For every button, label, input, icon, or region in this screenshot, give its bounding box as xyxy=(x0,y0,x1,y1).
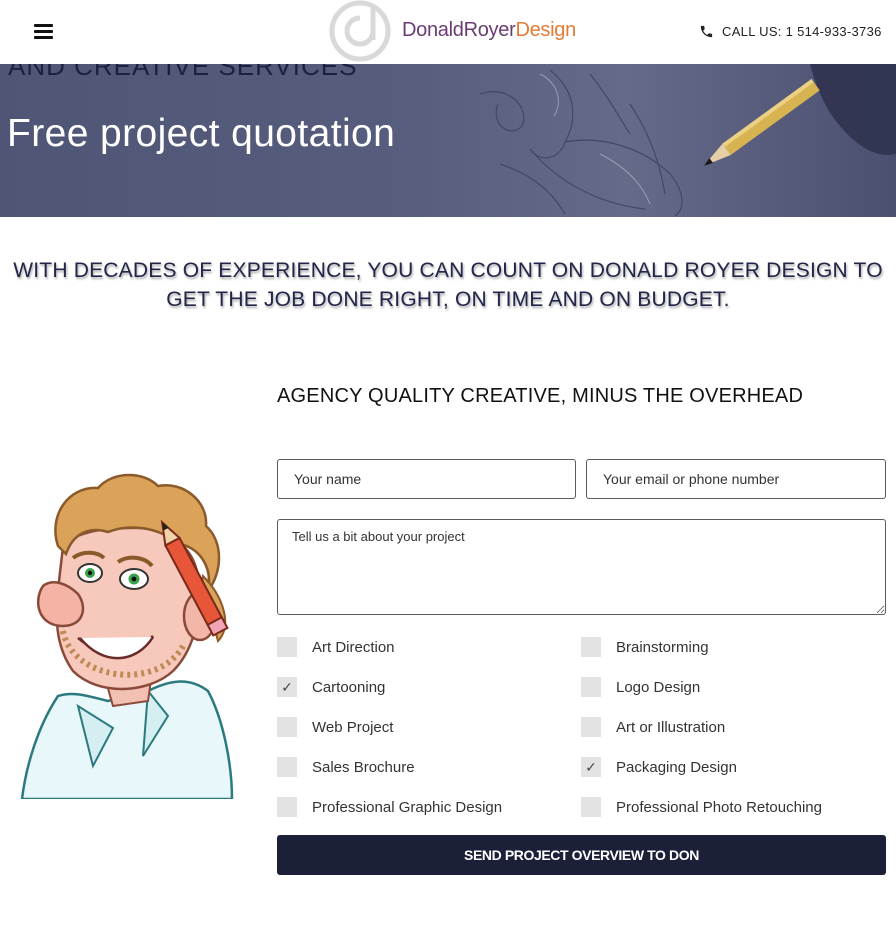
checkbox[interactable] xyxy=(581,677,601,697)
brand-name-part1: DonaldRoyer xyxy=(402,18,516,41)
project-description-textarea[interactable] xyxy=(277,519,886,615)
hero-banner: AND CREATIVE SERVICES Free project quota… xyxy=(0,64,896,217)
site-logo[interactable]: DonaldRoyerDesign xyxy=(329,0,576,62)
checkbox-checked[interactable]: ✓ xyxy=(277,677,297,697)
checkbox-checked[interactable]: ✓ xyxy=(581,757,601,777)
form-heading: AGENCY QUALITY CREATIVE, MINUS THE OVERH… xyxy=(277,385,804,407)
hero-overline: AND CREATIVE SERVICES xyxy=(8,64,358,81)
service-option-art-direction[interactable]: Art Direction xyxy=(277,637,395,657)
checkbox-label: Web Project xyxy=(312,718,394,736)
page-title: Free project quotation xyxy=(7,112,396,155)
service-option-cartooning[interactable]: ✓ Cartooning xyxy=(277,677,385,697)
checkbox-label: Professional Photo Retouching xyxy=(616,798,822,816)
checkbox-label: Brainstorming xyxy=(616,638,709,656)
checkmark-icon: ✓ xyxy=(281,678,293,695)
contact-input[interactable] xyxy=(586,459,886,499)
name-input[interactable] xyxy=(277,459,576,499)
checkbox[interactable] xyxy=(581,637,601,657)
service-option-professional-graphic-design[interactable]: Professional Graphic Design xyxy=(277,797,502,817)
checkbox-label: Sales Brochure xyxy=(312,758,415,776)
service-option-art-or-illustration[interactable]: Art or Illustration xyxy=(581,717,725,737)
brand-name: DonaldRoyerDesign xyxy=(402,19,576,42)
checkbox-label: Art Direction xyxy=(312,638,395,656)
checkbox[interactable] xyxy=(277,637,297,657)
checkbox-label: Professional Graphic Design xyxy=(312,798,503,816)
service-option-logo-design[interactable]: Logo Design xyxy=(581,677,700,697)
checkbox[interactable] xyxy=(277,757,297,777)
service-option-professional-photo-retouching[interactable]: Professional Photo Retouching xyxy=(581,797,822,817)
checkbox-label: Cartooning xyxy=(312,678,386,696)
service-option-sales-brochure[interactable]: Sales Brochure xyxy=(277,757,415,777)
hamburger-icon[interactable] xyxy=(34,24,53,40)
send-project-button[interactable]: SEND PROJECT OVERVIEW TO DON xyxy=(277,835,886,875)
checkbox[interactable] xyxy=(581,797,601,817)
logo-mark-icon xyxy=(329,0,391,62)
checkbox-label: Art or Illustration xyxy=(616,718,726,736)
checkbox[interactable] xyxy=(277,717,297,737)
call-us-text: CALL US: 1 514-933-3736 xyxy=(722,24,882,39)
call-us-link[interactable]: CALL US: 1 514-933-3736 xyxy=(699,24,882,39)
brand-name-part2: Design xyxy=(515,18,576,41)
service-option-packaging-design[interactable]: ✓ Packaging Design xyxy=(581,757,737,777)
checkbox-label: Logo Design xyxy=(616,678,701,696)
cartoon-portrait-illustration xyxy=(20,473,234,799)
checkmark-icon: ✓ xyxy=(585,758,597,775)
checkbox-label: Packaging Design xyxy=(616,758,737,776)
checkbox[interactable] xyxy=(581,717,601,737)
site-header: DonaldRoyerDesign CALL US: 1 514-933-373… xyxy=(0,0,896,64)
tagline: WITH DECADES OF EXPERIENCE, YOU CAN COUN… xyxy=(13,259,883,311)
phone-icon xyxy=(700,25,713,38)
pencil-sketch-illustration xyxy=(479,64,896,217)
service-option-web-project[interactable]: Web Project xyxy=(277,717,393,737)
checkbox[interactable] xyxy=(277,797,297,817)
service-option-brainstorming[interactable]: Brainstorming xyxy=(581,637,709,657)
